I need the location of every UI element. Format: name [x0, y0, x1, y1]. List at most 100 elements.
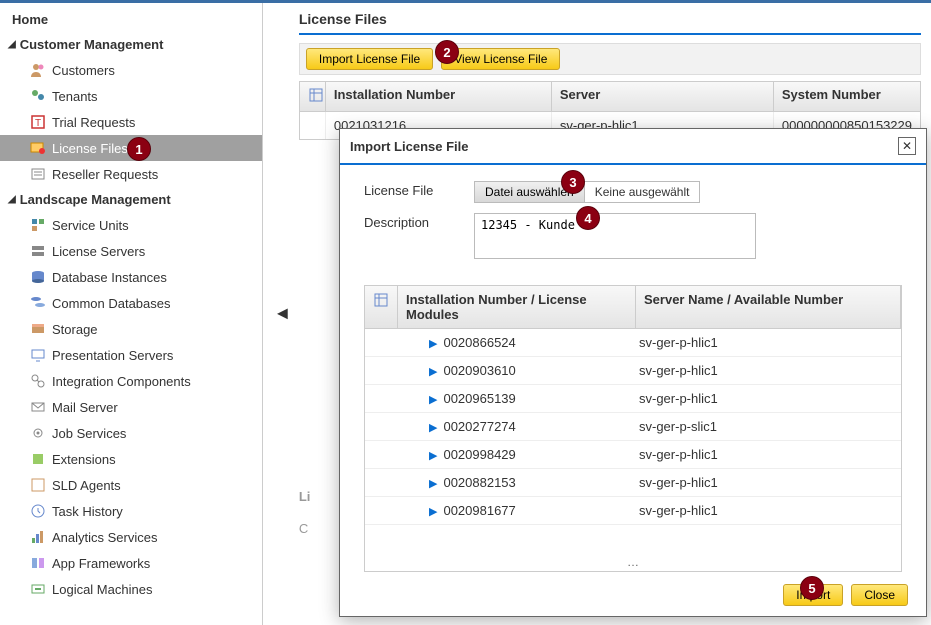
sidebar-item-label: Mail Server: [52, 400, 118, 415]
mail-icon: [30, 399, 46, 415]
section-label: Customer Management: [20, 37, 164, 52]
caret-down-icon: ◢: [8, 194, 16, 205]
toolbar: Import License File View License File: [299, 43, 921, 75]
modal-footer: Import Close: [340, 576, 926, 616]
no-file-text: Keine ausgewählt: [585, 182, 700, 202]
certificate-icon: [30, 140, 46, 156]
sidebar-item-license-servers[interactable]: License Servers: [0, 238, 262, 264]
sidebar-item-label: Service Units: [52, 218, 129, 233]
sidebar-home-label: Home: [12, 12, 48, 27]
server-icon: [30, 243, 46, 259]
sidebar-item-storage[interactable]: Storage: [0, 316, 262, 342]
modal-col-srv[interactable]: Server Name / Available Number: [636, 286, 901, 328]
sidebar-item-analytics[interactable]: Analytics Services: [0, 524, 262, 550]
sidebar-item-reseller-requests[interactable]: Reseller Requests: [0, 161, 262, 187]
sidebar-item-label: App Frameworks: [52, 556, 150, 571]
sidebar-item-sld-agents[interactable]: SLD Agents: [0, 472, 262, 498]
more-indicator[interactable]: …: [365, 553, 901, 571]
sidebar-item-common-databases[interactable]: Common Databases: [0, 290, 262, 316]
sidebar-item-label: Database Instances: [52, 270, 167, 285]
sidebar-item-label: SLD Agents: [52, 478, 121, 493]
modal-row[interactable]: ▶0020965139sv-ger-p-hlic1: [365, 385, 901, 413]
expand-icon[interactable]: ▶: [429, 366, 437, 378]
sidebar-item-label: Reseller Requests: [52, 167, 158, 182]
callout-2: 2: [435, 40, 459, 64]
sidebar-item-job-services[interactable]: Job Services: [0, 420, 262, 446]
modal-grid-icon-header[interactable]: [365, 286, 398, 328]
grid-header: Installation Number Server System Number: [300, 82, 920, 112]
sidebar-collapse-handle[interactable]: ◀: [277, 304, 288, 321]
modal-row[interactable]: ▶0020998429sv-ger-p-hlic1: [365, 441, 901, 469]
sidebar-item-logical-machines[interactable]: Logical Machines: [0, 576, 262, 602]
sidebar-item-label: License Files: [52, 141, 128, 156]
modal-row[interactable]: ▶ 0020882153 sv-ger-p-hlic1: [365, 469, 901, 497]
sidebar-home[interactable]: Home: [0, 7, 262, 32]
description-label: Description: [364, 213, 474, 230]
sidebar-item-label: Customers: [52, 63, 115, 78]
view-license-button[interactable]: View License File: [441, 48, 560, 70]
callout-5: 5: [800, 576, 824, 600]
sidebar-item-label: Presentation Servers: [52, 348, 173, 363]
partial-label-c: C: [299, 521, 308, 536]
sidebar-item-tenants[interactable]: Tenants: [0, 83, 262, 109]
col-system-number[interactable]: System Number: [774, 82, 920, 111]
sidebar-item-trial-requests[interactable]: T Trial Requests: [0, 109, 262, 135]
sidebar-item-presentation-servers[interactable]: Presentation Servers: [0, 342, 262, 368]
sidebar-item-task-history[interactable]: Task History: [0, 498, 262, 524]
col-server[interactable]: Server: [552, 82, 774, 111]
storage-icon: [30, 321, 46, 337]
gear-icon: [30, 425, 46, 441]
sidebar-item-label: Common Databases: [52, 296, 171, 311]
expand-icon[interactable]: ▶: [429, 338, 437, 350]
trial-icon: T: [30, 114, 46, 130]
presentation-icon: [30, 347, 46, 363]
modal-body: License File Datei auswählen Keine ausge…: [340, 165, 926, 576]
sidebar-item-extensions[interactable]: Extensions: [0, 446, 262, 472]
import-license-button[interactable]: Import License File: [306, 48, 433, 70]
inst-num: 0020866524: [443, 335, 515, 350]
expand-icon[interactable]: ▶: [429, 506, 437, 518]
callout-1: 1: [127, 137, 151, 161]
sidebar-item-app-frameworks[interactable]: App Frameworks: [0, 550, 262, 576]
inst-num: 0020882153: [443, 475, 515, 490]
col-installation-number[interactable]: Installation Number: [326, 82, 552, 111]
description-input[interactable]: [474, 213, 756, 259]
sidebar-item-database-instances[interactable]: Database Instances: [0, 264, 262, 290]
grid-icon-header[interactable]: [300, 82, 326, 111]
sidebar-item-label: Task History: [52, 504, 123, 519]
sidebar-item-service-units[interactable]: Service Units: [0, 212, 262, 238]
expand-icon[interactable]: ▶: [429, 422, 437, 434]
sidebar-item-label: Storage: [52, 322, 98, 337]
sidebar: Home ◢ Customer Management Customers Ten…: [0, 3, 263, 625]
inst-num: 0020277274: [443, 419, 515, 434]
modal-title-text: Import License File: [350, 139, 468, 154]
sidebar-section-customer-mgmt[interactable]: ◢ Customer Management: [0, 32, 262, 57]
sidebar-item-integration-components[interactable]: Integration Components: [0, 368, 262, 394]
modal-row[interactable]: ▶0020903610sv-ger-p-hlic1: [365, 357, 901, 385]
srv-name: sv-ger-p-hlic1: [631, 469, 901, 496]
sidebar-item-label: Job Services: [52, 426, 126, 441]
srv-name: sv-ger-p-hlic1: [631, 329, 901, 356]
framework-icon: [30, 555, 46, 571]
expand-icon[interactable]: ▶: [429, 450, 437, 462]
expand-icon[interactable]: ▶: [429, 394, 437, 406]
modal-grid: Installation Number / License Modules Se…: [364, 285, 902, 572]
puzzle-icon: [30, 451, 46, 467]
inst-num: 0020965139: [443, 391, 515, 406]
modal-row[interactable]: ▶0020277274sv-ger-p-slic1: [365, 413, 901, 441]
sidebar-item-customers[interactable]: Customers: [0, 57, 262, 83]
sidebar-section-landscape-mgmt[interactable]: ◢ Landscape Management: [0, 187, 262, 212]
expand-icon[interactable]: ▶: [429, 478, 437, 490]
modal-close-button[interactable]: ✕: [898, 137, 916, 155]
modal-col-inst[interactable]: Installation Number / License Modules: [398, 286, 636, 328]
callout-4: 4: [576, 206, 600, 230]
sidebar-item-label: Integration Components: [52, 374, 191, 389]
modal-row[interactable]: ▶ 0020866524 sv-ger-p-hlic1: [365, 329, 901, 357]
modal-grid-body[interactable]: ▶ 0020866524 sv-ger-p-hlic1 ▶0020903610sv-…: [365, 329, 901, 553]
modal-row[interactable]: ▶0020981677sv-ger-p-hlic1: [365, 497, 901, 525]
machine-icon: [30, 581, 46, 597]
srv-name: sv-ger-p-hlic1: [631, 441, 901, 468]
sidebar-item-mail-server[interactable]: Mail Server: [0, 394, 262, 420]
modal-grid-header: Installation Number / License Modules Se…: [365, 286, 901, 329]
close-button[interactable]: Close: [851, 584, 908, 606]
